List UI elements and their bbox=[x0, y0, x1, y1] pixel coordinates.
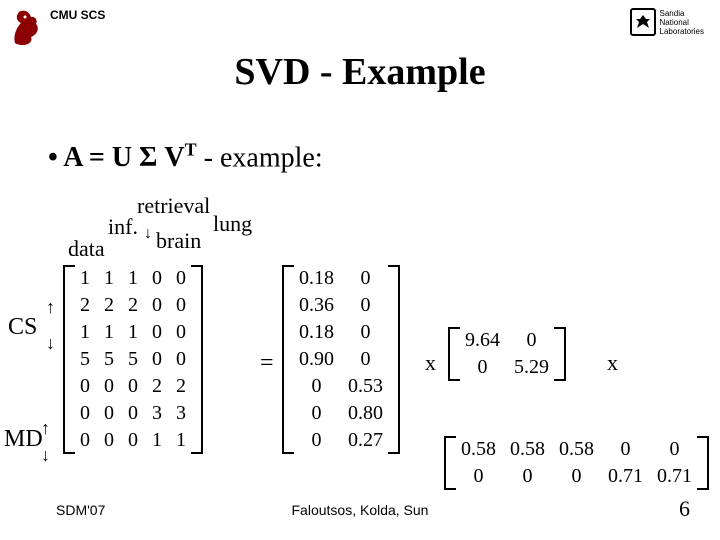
times-sign-us: x bbox=[425, 350, 436, 376]
sandia-text: Sandia National Laboratories bbox=[660, 9, 704, 36]
term-label-lung: lung bbox=[213, 211, 252, 237]
cmu-scs-label: CMU SCS bbox=[50, 8, 105, 22]
matrix-sigma: 9.64005.29 bbox=[458, 327, 556, 381]
term-label-retrieval: retrieval bbox=[137, 193, 210, 219]
matrix-a: 11100222001110055500000220003300011 bbox=[73, 265, 193, 454]
slide-title: SVD - Example bbox=[0, 50, 720, 94]
matrix-vt: 0.580.580.58000000.710.71 bbox=[454, 436, 699, 490]
sandia-thunderbird-icon bbox=[630, 8, 656, 36]
times-sign-sv: x bbox=[607, 350, 618, 376]
row-group-md: MD bbox=[4, 426, 43, 453]
arrow-down-icon: ↓ bbox=[41, 445, 50, 466]
arrow-down-icon: ↓ bbox=[144, 225, 152, 243]
slide-number: 6 bbox=[679, 496, 690, 522]
row-group-cs: CS bbox=[8, 314, 37, 341]
term-label-inf: inf. bbox=[108, 214, 138, 240]
arrow-down-icon: ↓ bbox=[46, 333, 55, 354]
cmu-dragon-icon bbox=[11, 7, 41, 47]
svd-formula-bullet: • A = U Σ VT - example: bbox=[48, 140, 323, 174]
matrix-u: 0.1800.3600.1800.90000.5300.8000.27 bbox=[292, 265, 390, 454]
sandia-logo: Sandia National Laboratories bbox=[630, 6, 704, 38]
term-label-brain: brain bbox=[156, 228, 201, 254]
footer-authors: Faloutsos, Kolda, Sun bbox=[0, 502, 720, 518]
arrow-up-icon: ↑ bbox=[41, 418, 50, 439]
term-label-data: data bbox=[68, 236, 105, 262]
equals-sign: = bbox=[260, 350, 274, 377]
arrow-up-icon: ↑ bbox=[46, 297, 55, 318]
